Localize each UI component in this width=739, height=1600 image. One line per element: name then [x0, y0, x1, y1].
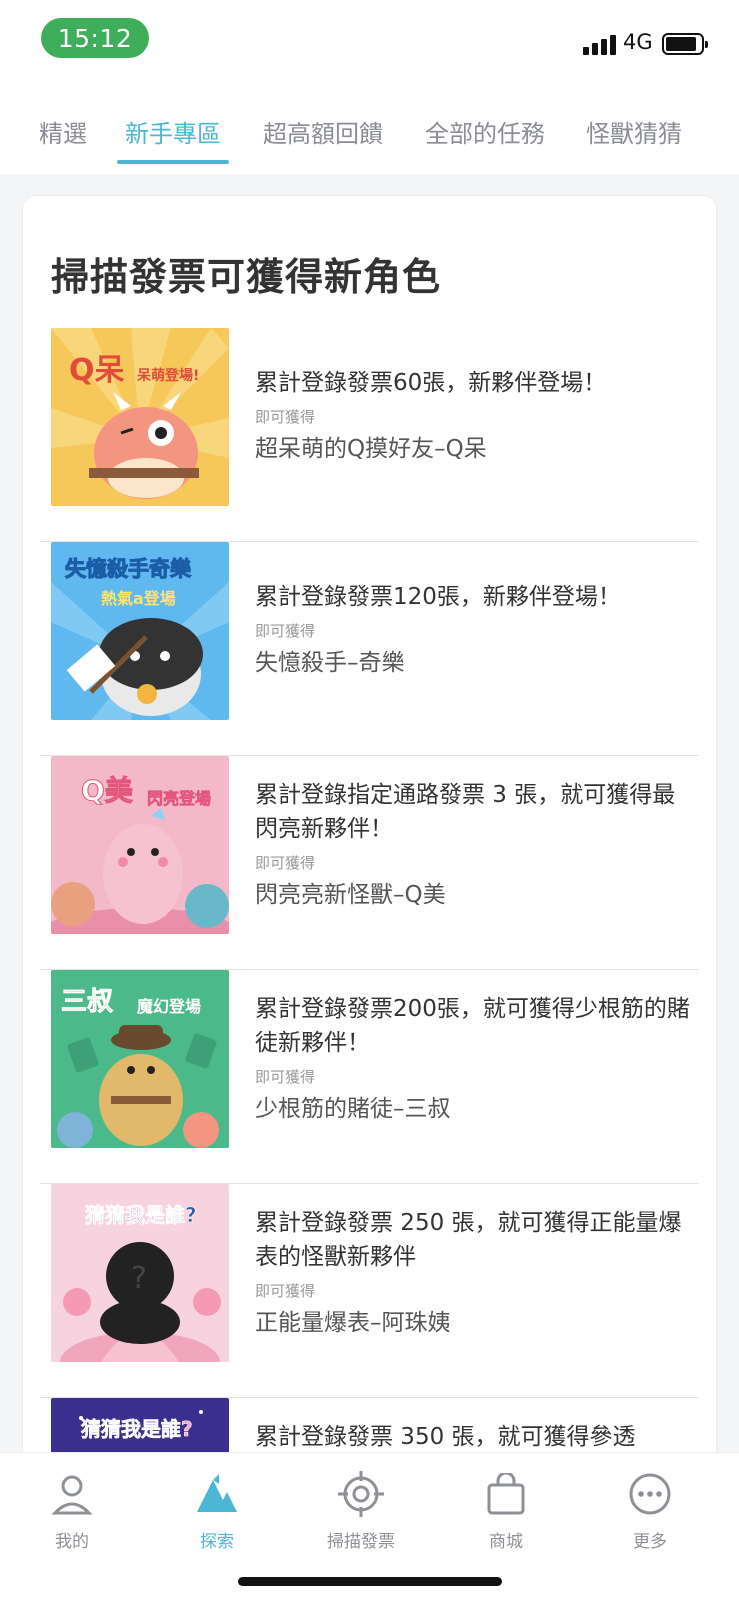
item-title: 累計登錄發票 350 張，就可獲得參透 [255, 1424, 636, 1450]
item-hint: 即可獲得 [255, 854, 316, 872]
thumb-subcaption: 魔幻登場 [137, 997, 201, 1016]
item-hint: 即可獲得 [255, 622, 316, 640]
list-item-text: 累計登錄發票 250 張，就可獲得正能量爆表的怪獸新夥伴 即可獲得 正能量爆表–… [255, 1206, 695, 1337]
thumb-subcaption: 呆萌登場! [136, 367, 199, 384]
item-title: 累計登錄發票120張，新夥伴登場！ [255, 584, 621, 610]
more-dots-icon [600, 1469, 700, 1519]
thumb-caption: 猜猜我是誰? [84, 1203, 197, 1227]
nav-scan-invoice[interactable]: 掃描發票 [311, 1469, 411, 1552]
signal-icon [583, 33, 617, 55]
character-thumbnail: 失憶殺手奇樂 熱氣a登場 [51, 542, 229, 720]
item-title: 累計登錄發票60張，新夥伴登場！ [255, 370, 607, 396]
nav-shop[interactable]: 商城 [456, 1469, 556, 1552]
character-thumbnail: Q呆 呆萌登場! [51, 328, 229, 506]
thumb-subcaption: 熱氣a登場 [101, 589, 176, 608]
reward-list: Q呆 呆萌登場! 累計登錄發票60張，新夥伴登場！ 即可獲得 超呆萌的Q摸好友–… [23, 328, 716, 1600]
thumb-caption: 猜猜我是誰? [80, 1417, 193, 1441]
status-time: 15:12 [41, 18, 149, 58]
character-image: 三叔 魔幻登場 [51, 970, 229, 1148]
thumb-subcaption: 閃亮登場 [147, 789, 211, 808]
thumb-caption: 三叔 [61, 987, 114, 1017]
tab-monster-guess[interactable]: 怪獸猜猜 [586, 114, 682, 164]
tab-high-cashback[interactable]: 超高額回饋 [263, 114, 383, 164]
character-thumbnail: 三叔 魔幻登場 [51, 970, 229, 1148]
character-image: Q呆 呆萌登場! [51, 328, 229, 506]
section-title: 掃描發票可獲得新角色 [51, 255, 442, 299]
tab-newbie[interactable]: 新手專區 [117, 114, 229, 164]
item-hint: 即可獲得 [255, 408, 316, 426]
item-reward: 失憶殺手–奇樂 [255, 650, 405, 676]
list-item[interactable]: ? 猜猜我是誰? 累計登錄發票 250 張，就可獲得正能量爆表的怪獸新夥伴 即可… [23, 1184, 716, 1398]
list-item-text: 累計登錄發票120張，新夥伴登場！ 即可獲得 失憶殺手–奇樂 [255, 580, 695, 677]
thumb-caption: 失憶殺手奇樂 [65, 557, 192, 581]
nav-label: 商城 [489, 1532, 523, 1552]
list-item[interactable]: Q美 閃亮登場 累計登錄指定通路發票 3 張，就可獲得最閃亮新夥伴！ 即可獲得 … [23, 756, 716, 970]
nav-more[interactable]: 更多 [600, 1469, 700, 1552]
nav-label: 更多 [633, 1532, 667, 1552]
item-reward: 少根筋的賭徒–三叔 [255, 1096, 451, 1122]
character-image: 失憶殺手奇樂 熱氣a登場 [51, 542, 229, 720]
tab-all-tasks[interactable]: 全部的任務 [425, 114, 545, 164]
item-title: 累計登錄發票200張，就可獲得少根筋的賭徒新夥伴！ [255, 996, 690, 1056]
character-image: ? 猜猜我是誰? [51, 1184, 229, 1362]
character-image: Q美 閃亮登場 [51, 756, 229, 934]
app-root: 15:12 4G 精選 新手專區 超高額回饋 全部的任務 怪獸猜猜 掃描發票可獲… [0, 0, 739, 1600]
item-title: 累計登錄指定通路發票 3 張，就可獲得最閃亮新夥伴！ [255, 782, 676, 842]
newbie-card: 掃描發票可獲得新角色 Q呆 呆萌登場! 累計登錄發票60張，新夥伴登場！ 即可獲… [22, 195, 717, 1600]
tab-featured[interactable]: 精選 [39, 114, 87, 164]
nav-label: 我的 [55, 1532, 89, 1552]
item-reward: 閃亮亮新怪獸–Q美 [255, 882, 446, 908]
list-item-text: 累計登錄發票200張，就可獲得少根筋的賭徒新夥伴！ 即可獲得 少根筋的賭徒–三叔 [255, 992, 695, 1123]
item-hint: 即可獲得 [255, 1282, 316, 1300]
mountain-icon [167, 1469, 267, 1519]
list-item[interactable]: 失憶殺手奇樂 熱氣a登場 累計登錄發票120張，新夥伴登場！ 即可獲得 失憶殺手… [23, 542, 716, 756]
status-bar: 15:12 4G [0, 0, 739, 86]
item-hint: 即可獲得 [255, 1068, 316, 1086]
nav-explore[interactable]: 探索 [167, 1469, 267, 1552]
question-mark-icon: ? [131, 1261, 147, 1296]
list-item-text: 累計登錄發票60張，新夥伴登場！ 即可獲得 超呆萌的Q摸好友–Q呆 [255, 366, 695, 463]
battery-icon [662, 33, 708, 55]
shopping-bag-icon [456, 1469, 556, 1519]
list-item[interactable]: Q呆 呆萌登場! 累計登錄發票60張，新夥伴登場！ 即可獲得 超呆萌的Q摸好友–… [23, 328, 716, 542]
nav-mine[interactable]: 我的 [22, 1469, 122, 1552]
target-icon [311, 1469, 411, 1519]
user-icon [22, 1469, 122, 1519]
thumb-caption: Q呆 [69, 353, 125, 388]
list-item[interactable]: 三叔 魔幻登場 累計登錄發票200張，就可獲得少根筋的賭徒新夥伴！ 即可獲得 少… [23, 970, 716, 1184]
thumb-caption: Q美 [81, 774, 133, 807]
nav-label: 掃描發票 [327, 1532, 395, 1552]
item-reward: 超呆萌的Q摸好友–Q呆 [255, 436, 487, 462]
list-item-text: 累計登錄指定通路發票 3 張，就可獲得最閃亮新夥伴！ 即可獲得 閃亮亮新怪獸–Q… [255, 778, 695, 909]
nav-label: 探索 [200, 1532, 234, 1552]
character-thumbnail: Q美 閃亮登場 [51, 756, 229, 934]
network-type: 4G [623, 30, 653, 54]
item-reward: 正能量爆表–阿珠姨 [255, 1310, 451, 1336]
home-indicator[interactable] [238, 1577, 502, 1586]
category-tabs: 精選 新手專區 超高額回饋 全部的任務 怪獸猜猜 [0, 86, 739, 174]
item-title: 累計登錄發票 250 張，就可獲得正能量爆表的怪獸新夥伴 [255, 1210, 682, 1270]
character-thumbnail: ? 猜猜我是誰? [51, 1184, 229, 1362]
list-item-text: 累計登錄發票 350 張，就可獲得參透 [255, 1420, 695, 1454]
